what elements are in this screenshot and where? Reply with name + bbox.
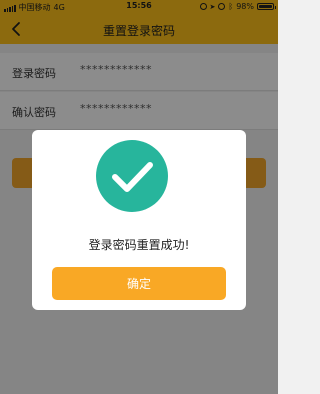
dialog-message: 登录密码重置成功! [88, 238, 190, 252]
check-circle-icon [96, 140, 168, 212]
confirm-button[interactable]: 确定 [52, 267, 226, 300]
screen: 中国移动 4G 15:56 ➤ ᛒ 98% 重置登录密码 登录密码 ******… [0, 0, 278, 394]
success-dialog: 登录密码重置成功! 确定 [32, 130, 246, 310]
